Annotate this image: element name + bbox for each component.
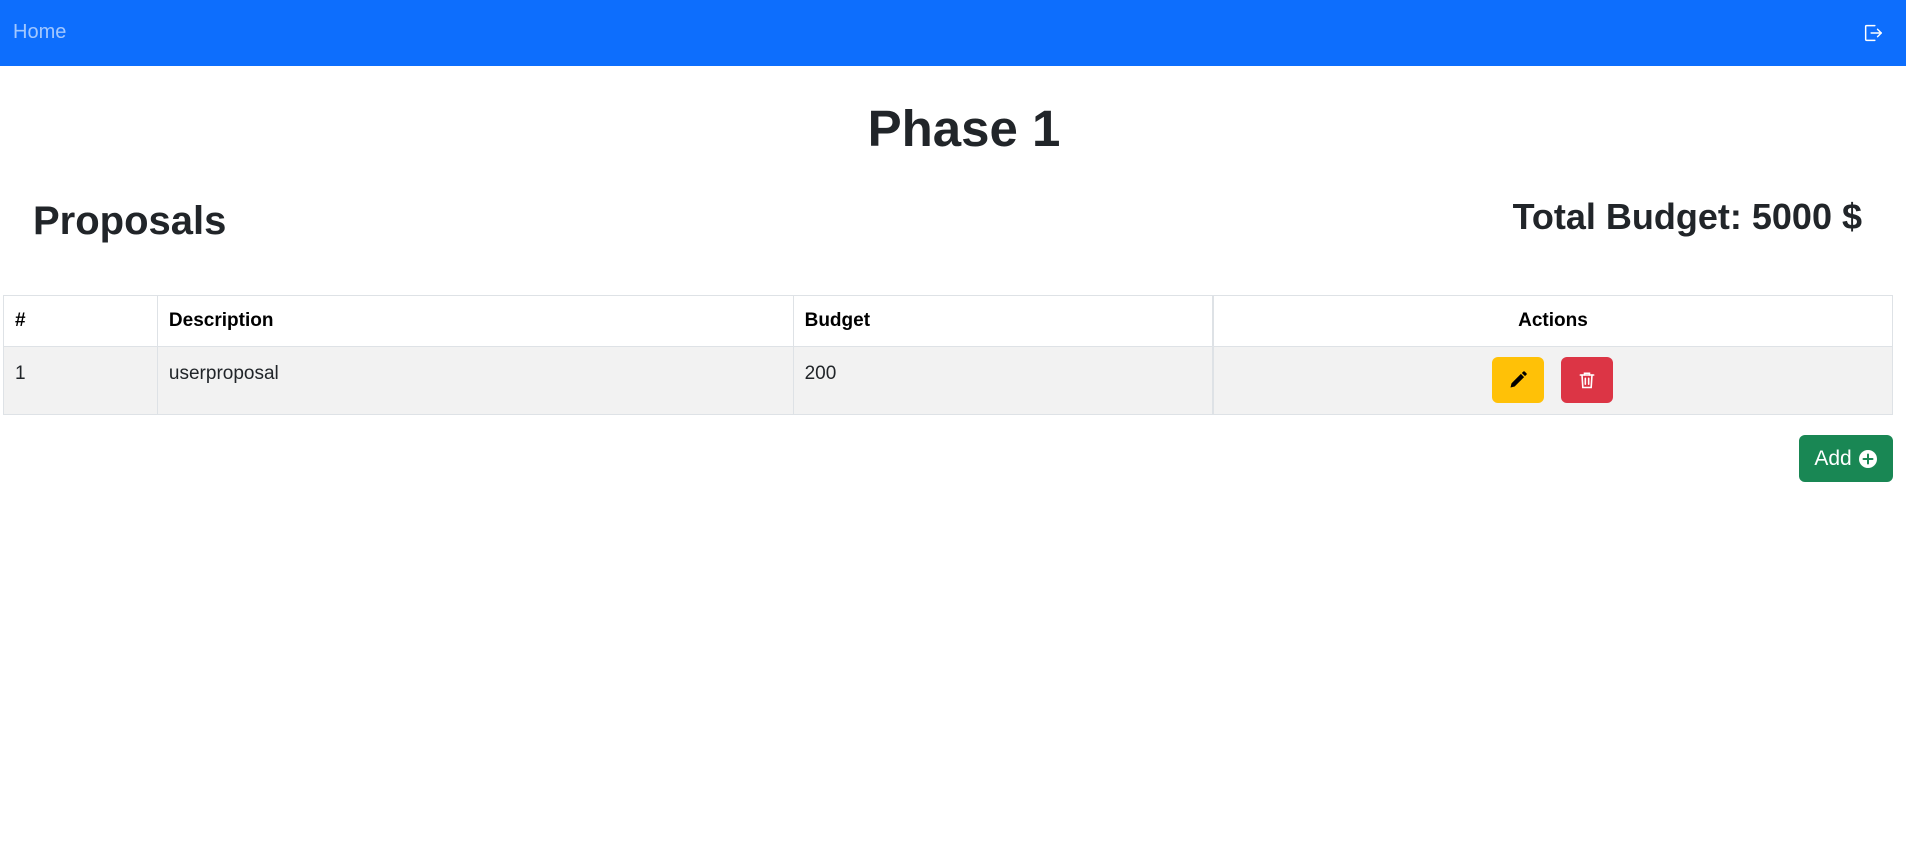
pencil-icon bbox=[1510, 371, 1528, 388]
row-budget: 200 bbox=[792, 346, 1214, 415]
plus-circle-icon bbox=[1858, 449, 1877, 468]
page-title: Phase 1 bbox=[867, 100, 1061, 157]
row-number: 1 bbox=[3, 346, 158, 415]
proposals-table: # Description Budget Actions 1 userpropo… bbox=[3, 295, 1893, 415]
column-header-description: Description bbox=[156, 295, 794, 347]
total-budget: Total Budget: 5000 $ bbox=[1512, 196, 1862, 237]
table-row: 1 userproposal 200 bbox=[3, 346, 1893, 415]
column-header-budget: Budget bbox=[792, 295, 1214, 347]
column-header-actions: Actions bbox=[1211, 295, 1893, 347]
delete-button[interactable] bbox=[1561, 357, 1614, 403]
table-header-row: # Description Budget Actions bbox=[3, 295, 1893, 347]
column-header-number: # bbox=[3, 295, 158, 347]
add-button-label: Add bbox=[1814, 446, 1852, 470]
top-navbar: Home bbox=[0, 0, 1906, 66]
trash-icon bbox=[1579, 372, 1595, 389]
row-actions bbox=[1211, 346, 1893, 415]
nav-home-link[interactable]: Home bbox=[13, 21, 66, 44]
section-title: Proposals bbox=[33, 199, 227, 243]
edit-button[interactable] bbox=[1492, 357, 1545, 403]
logout-icon[interactable] bbox=[1862, 22, 1884, 44]
add-button[interactable]: Add bbox=[1799, 435, 1893, 482]
row-description: userproposal bbox=[156, 346, 794, 415]
